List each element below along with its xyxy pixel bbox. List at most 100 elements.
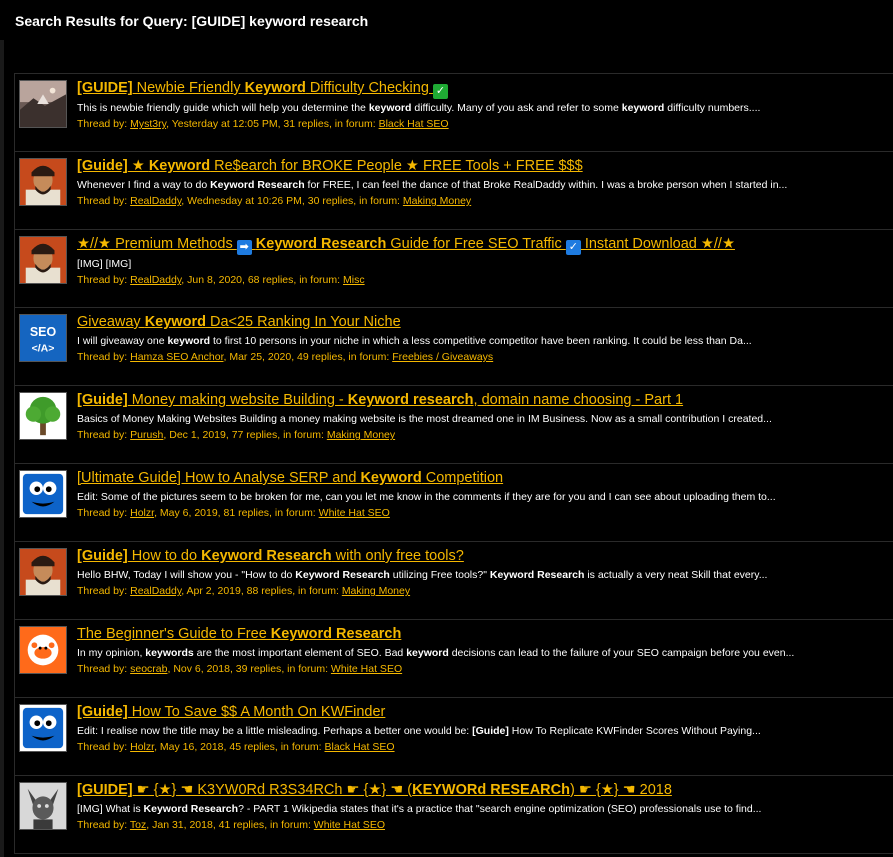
thread-title-link[interactable]: The Beginner's Guide to Free Keyword Res…	[77, 626, 401, 642]
highlighted-term: keyword	[406, 647, 449, 659]
in-forum-label: , in forum:	[353, 195, 403, 207]
forum-link[interactable]: White Hat SEO	[331, 663, 402, 675]
result-title: [GUIDE] ☛ {★} ☚ K3YW0Rd R3S34RCh ☛ {★} ☚…	[77, 780, 887, 800]
thread-details: , May 6, 2019, 81 replies	[154, 507, 270, 519]
user-avatar[interactable]	[19, 158, 67, 206]
result-title: [Guide] Money making website Building - …	[77, 390, 887, 410]
author-link[interactable]: Purush	[130, 429, 163, 441]
user-avatar[interactable]	[19, 80, 67, 128]
text-segment: ★//★ Premium Methods	[77, 236, 237, 252]
forum-link[interactable]: Making Money	[403, 195, 471, 207]
highlighted-term: [Guide]	[77, 392, 128, 408]
text-segment: Newbie Friendly	[132, 80, 245, 96]
in-forum-label: , in forum:	[293, 274, 343, 286]
result-meta: Thread by: Holzr, May 6, 2019, 81 replie…	[77, 506, 887, 520]
result-snippet: Whenever I find a way to do Keyword Rese…	[77, 178, 887, 192]
thread-title-link[interactable]: [Ultimate Guide] How to Analyse SERP and…	[77, 470, 503, 486]
thread-title-link[interactable]: [Guide] How To Save $$ A Month On KWFind…	[77, 704, 385, 720]
forum-link[interactable]: Freebies / Giveaways	[392, 351, 493, 363]
thread-title-link[interactable]: ★//★ Premium Methods	[77, 236, 237, 252]
text-segment: How To Save $$ A Month On KWFinder	[127, 704, 386, 720]
result-title: The Beginner's Guide to Free Keyword Res…	[77, 624, 887, 644]
thread-title-link[interactable]: Giveaway Keyword Da<25 Ranking In Your N…	[77, 314, 401, 330]
thread-details: , Yesterday at 12:05 PM, 31 replies	[166, 118, 329, 130]
author-link[interactable]: Myst3ry	[130, 118, 166, 130]
search-result-item: The Beginner's Guide to Free Keyword Res…	[14, 620, 893, 698]
thread-by-label: Thread by:	[77, 585, 131, 597]
result-snippet: Edit: I realise now the title may be a l…	[77, 724, 887, 738]
user-avatar[interactable]	[19, 548, 67, 596]
text-segment: [IMG] What is	[77, 803, 144, 815]
forum-link[interactable]: Making Money	[327, 429, 395, 441]
text-segment: Instant Download ★//★	[580, 236, 735, 252]
thread-details: , May 16, 2018, 45 replies	[154, 741, 275, 753]
forum-link[interactable]: Making Money	[342, 585, 410, 597]
highlighted-term: Keyword Research	[270, 626, 402, 642]
search-result-item: [Guide] ★ Keyword Re$earch for BROKE Peo…	[14, 152, 893, 230]
result-snippet: In my opinion, keywords are the most imp…	[77, 646, 887, 660]
author-link[interactable]: RealDaddy	[130, 585, 181, 597]
author-link[interactable]: Hamza SEO Anchor	[130, 351, 223, 363]
result-meta: Thread by: Holzr, May 16, 2018, 45 repli…	[77, 740, 887, 754]
search-result-item: [Ultimate Guide] How to Analyse SERP and…	[14, 464, 893, 542]
result-meta: Thread by: Hamza SEO Anchor, Mar 25, 202…	[77, 350, 887, 364]
user-avatar[interactable]	[19, 704, 67, 752]
text-segment: for FREE, I can feel the dance of that B…	[304, 179, 788, 191]
highlighted-term: Keyword research	[347, 392, 474, 408]
result-meta: Thread by: Toz, Jan 31, 2018, 41 replies…	[77, 818, 887, 832]
text-segment: decisions can lead to the failure of you…	[448, 647, 795, 659]
highlighted-term: Keyword Research	[489, 569, 585, 581]
result-snippet: Basics of Money Making Websites Building…	[77, 412, 887, 426]
thread-details: , Jan 31, 2018, 41 replies	[146, 819, 265, 831]
thread-by-label: Thread by:	[77, 195, 131, 207]
in-forum-label: , in forum:	[342, 351, 393, 363]
text-segment: is actually a very neat Skill that every…	[584, 569, 768, 581]
highlighted-term: keyword	[621, 102, 665, 114]
thread-by-label: Thread by:	[77, 819, 130, 831]
text-segment: ) ☛ {★} ☚ 2018	[570, 782, 672, 798]
thread-title-link[interactable]: [Guide] Money making website Building - …	[77, 392, 683, 408]
text-segment: This is newbie friendly guide which will…	[77, 102, 369, 114]
user-avatar[interactable]	[19, 626, 67, 674]
author-link[interactable]: seocrab	[130, 663, 167, 675]
text-segment: Guide for Free SEO Traffic	[386, 236, 566, 252]
highlighted-term: Keyword	[148, 158, 211, 174]
author-link[interactable]: Holzr	[130, 741, 154, 753]
author-link[interactable]: Holzr	[130, 507, 154, 519]
user-avatar[interactable]	[19, 236, 67, 284]
result-title: [GUIDE] Newbie Friendly Keyword Difficul…	[77, 78, 887, 99]
thread-title-link[interactable]: [Guide] How to do Keyword Research with …	[77, 548, 464, 564]
author-link[interactable]: Toz	[130, 819, 146, 831]
user-avatar[interactable]	[19, 470, 67, 518]
user-avatar[interactable]: SEO </A>	[19, 314, 67, 362]
thread-title-link[interactable]: Instant Download ★//★	[581, 236, 735, 252]
result-meta: Thread by: RealDaddy, Wednesday at 10:26…	[77, 194, 887, 208]
user-avatar[interactable]	[19, 782, 67, 830]
text-segment: Hello BHW, Today I will show you - "How …	[77, 569, 296, 581]
forum-link[interactable]: Black Hat SEO	[325, 741, 395, 753]
text-segment: Edit: Some of the pictures seem to be br…	[77, 491, 776, 503]
result-title: ★//★ Premium Methods ➡ Keyword Research …	[77, 234, 887, 255]
in-forum-label: , in forum:	[274, 741, 325, 753]
forum-link[interactable]: Misc	[343, 274, 365, 286]
text-segment: to first 10 persons in your niche in whi…	[210, 335, 752, 347]
author-link[interactable]: RealDaddy	[130, 274, 181, 286]
thread-title-link[interactable]: Keyword Research Guide for Free SEO Traf…	[252, 236, 566, 252]
search-result-item: [GUIDE] Newbie Friendly Keyword Difficul…	[14, 74, 893, 152]
author-link[interactable]: RealDaddy	[130, 195, 181, 207]
forum-link[interactable]: White Hat SEO	[314, 819, 385, 831]
user-avatar[interactable]	[19, 392, 67, 440]
text-segment: Giveaway	[77, 314, 145, 330]
thread-details: , Mar 25, 2020, 49 replies	[223, 351, 343, 363]
check-mark-icon: ✓	[432, 84, 448, 99]
result-meta: Thread by: RealDaddy, Apr 2, 2019, 88 re…	[77, 584, 887, 598]
forum-link[interactable]: Black Hat SEO	[379, 118, 449, 130]
text-segment: [IMG] [IMG]	[77, 258, 132, 270]
thread-title-link[interactable]: [GUIDE] ☛ {★} ☚ K3YW0Rd R3S34RCh ☛ {★} ☚…	[77, 782, 672, 798]
thread-title-link[interactable]: [GUIDE] Newbie Friendly Keyword Difficul…	[77, 80, 433, 96]
highlighted-term: keyword	[167, 335, 211, 347]
forum-link[interactable]: White Hat SEO	[319, 507, 390, 519]
thread-details: , Dec 1, 2019, 77 replies	[163, 429, 278, 441]
thread-title-link[interactable]: [Guide] ★ Keyword Re$earch for BROKE Peo…	[77, 158, 583, 174]
thread-details: , Jun 8, 2020, 68 replies	[181, 274, 294, 286]
